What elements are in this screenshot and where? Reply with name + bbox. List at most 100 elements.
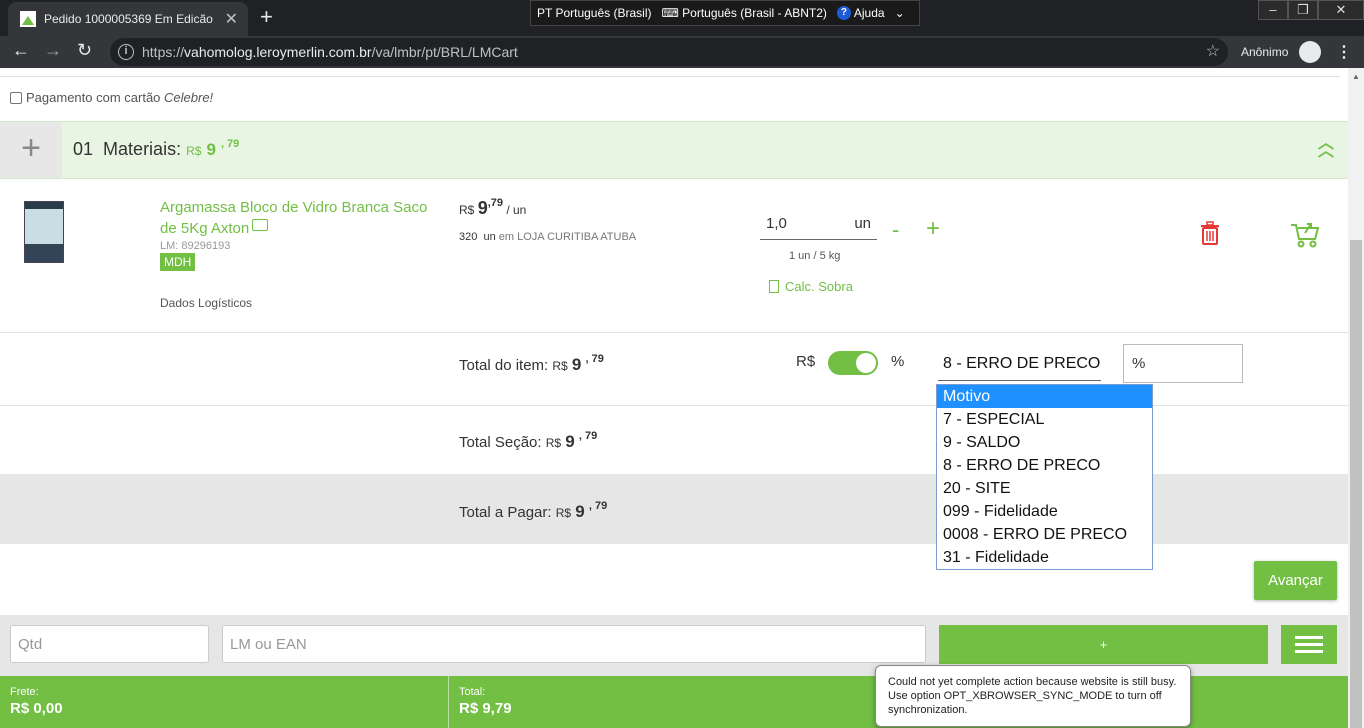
address-bar[interactable]: i https://vahomolog.leroymerlin.com.br/v… xyxy=(110,38,1228,66)
motivo-dropdown-list: Motivo 7 - ESPECIAL 9 - SALDO 8 - ERRO D… xyxy=(936,384,1153,570)
leroy-merlin-favicon-icon xyxy=(20,11,36,27)
unit-price-cents: ,79 xyxy=(487,197,503,209)
window-close-icon[interactable]: ✕ xyxy=(1318,0,1364,20)
motivo-option[interactable]: 0008 - ERRO DE PRECO xyxy=(937,523,1152,546)
url-host: vahomolog.leroymerlin.com.br xyxy=(184,44,372,60)
increase-quantity-button[interactable]: + xyxy=(926,215,940,243)
item-total-cents: , 79 xyxy=(585,353,604,365)
tab-close-icon[interactable]: ✕ xyxy=(225,9,238,29)
incognito-label: Anônimo xyxy=(1241,45,1289,59)
reload-icon[interactable]: ↻ xyxy=(77,40,92,61)
cart-transfer-icon[interactable] xyxy=(1289,219,1321,249)
langbar-options-icon[interactable]: ⌄ xyxy=(895,6,905,20)
bookmark-star-icon[interactable]: ☆ xyxy=(1206,41,1220,61)
quantity-value: 1,0 xyxy=(766,215,787,232)
trash-icon[interactable] xyxy=(1198,221,1222,245)
calc-sobra-link[interactable]: Calc. Sobra xyxy=(769,279,853,294)
minimize-icon[interactable]: – xyxy=(1258,0,1288,20)
motivo-option[interactable]: 8 - ERRO DE PRECO xyxy=(937,454,1152,477)
scrollbar-thumb[interactable] xyxy=(1350,240,1362,728)
site-info-icon[interactable]: i xyxy=(118,44,134,60)
language-bar: PT Português (Brasil) ⌨ Português (Brasi… xyxy=(530,0,920,26)
url-prefix: https:// xyxy=(142,44,185,60)
expand-section-button[interactable]: + xyxy=(0,122,62,178)
tab-title: Pedido 1000005369 Em Edicão xyxy=(44,12,213,26)
celebre-card-option[interactable]: Pagamento com cartão Celebre! xyxy=(10,90,213,105)
product-row: Argamassa Bloco de Vidro Branca Saco de … xyxy=(0,179,1348,333)
section-title: 01 Materiais: R$ 9 , 79 xyxy=(73,138,239,160)
pay-total-label: Total a Pagar: xyxy=(459,504,552,521)
section-total-cents: , 79 xyxy=(578,430,598,442)
total-value: R$ 9,79 xyxy=(459,700,512,717)
restore-icon[interactable]: ❐ xyxy=(1288,0,1318,20)
add-item-button[interactable]: + xyxy=(939,625,1268,664)
discount-percent-input[interactable]: % xyxy=(1123,344,1243,383)
product-image xyxy=(24,201,64,263)
product-name-link[interactable]: Argamassa Bloco de Vidro Branca Saco de … xyxy=(160,197,430,239)
help-button[interactable]: ? Ajuda xyxy=(836,6,885,20)
url-text: https://vahomolog.leroymerlin.com.br/va/… xyxy=(142,44,518,60)
collapse-chevron-icon[interactable]: ︿ ︿ xyxy=(1318,136,1334,160)
language-indicator[interactable]: PT Português (Brasil) xyxy=(537,6,652,20)
section-total-int: 9 xyxy=(565,432,575,451)
motivo-select[interactable]: 8 - ERRO DE PRECO xyxy=(938,349,1101,381)
motivo-option[interactable]: 7 - ESPECIAL xyxy=(937,408,1152,431)
mdh-badge: MDH xyxy=(160,253,196,271)
section-total-currency: R$ xyxy=(545,436,562,450)
product-name: Argamassa Bloco de Vidro Branca Saco de … xyxy=(160,199,428,237)
item-total-label: Total do item: xyxy=(459,357,549,374)
logistics-data-link[interactable]: Dados Logísticos xyxy=(160,296,252,310)
scroll-up-icon[interactable]: ▲ xyxy=(1352,72,1360,81)
celebre-label: Pagamento com cartão Celebre! xyxy=(26,90,213,105)
hamburger-line xyxy=(1295,636,1323,639)
comment-icon[interactable] xyxy=(252,219,269,231)
lm-ean-input[interactable]: LM ou EAN xyxy=(222,625,926,663)
stock-info: 320 un em LOJA CURITIBA ATUBA xyxy=(459,231,636,243)
item-total-currency: R$ xyxy=(552,359,568,373)
divider xyxy=(0,76,1340,77)
back-arrow-icon[interactable]: ← xyxy=(12,40,30,61)
browser-tab[interactable]: Pedido 1000005369 Em Edicão ✕ xyxy=(8,2,248,36)
decrease-quantity-button[interactable]: - xyxy=(892,217,899,243)
discount-pct-label: % xyxy=(891,353,905,370)
browser-menu-icon[interactable]: ⋮ xyxy=(1336,42,1352,62)
hamburger-line xyxy=(1295,643,1323,646)
keyboard-layout[interactable]: ⌨ Português (Brasil - ABNT2) xyxy=(662,6,827,20)
package-info: 1 un / 5 kg xyxy=(789,250,841,262)
product-lm: LM: 89296193 xyxy=(160,240,231,252)
advance-button[interactable]: Avançar xyxy=(1254,561,1337,600)
total-label: Total: xyxy=(459,686,486,698)
celebre-label-text: Pagamento com cartão xyxy=(26,90,165,105)
celebre-brand: Celebre! xyxy=(164,90,214,105)
discount-rs-label: R$ xyxy=(796,353,816,370)
pay-total-int: 9 xyxy=(575,502,585,521)
discount-type-toggle[interactable] xyxy=(828,351,878,375)
forward-arrow-icon[interactable]: → xyxy=(44,40,62,61)
pay-total-currency: R$ xyxy=(555,506,572,520)
unit-price-int: 9 xyxy=(477,198,488,218)
qtd-input[interactable]: Qtd xyxy=(10,625,209,663)
incognito-icon[interactable] xyxy=(1299,41,1321,63)
quantity-unit: un xyxy=(854,215,871,232)
celebre-checkbox[interactable] xyxy=(10,91,22,104)
browser-tabbar: Pedido 1000005369 Em Edicão ✕ + PT Portu… xyxy=(0,0,1364,36)
motivo-option[interactable]: 31 - Fidelidade xyxy=(937,546,1152,569)
unit-price-currency: R$ xyxy=(459,203,475,217)
section-title-label: Materiais: xyxy=(103,139,182,159)
hamburger-line xyxy=(1295,650,1323,653)
motivo-option[interactable]: 9 - SALDO xyxy=(937,431,1152,454)
item-total-int: 9 xyxy=(571,355,582,374)
quantity-input[interactable]: 1,0 un xyxy=(760,209,877,240)
new-tab-button[interactable]: + xyxy=(260,4,273,30)
freight-value: R$ 0,00 xyxy=(10,700,63,717)
unit-price-unit: / un xyxy=(506,203,527,217)
help-label: Ajuda xyxy=(853,6,885,20)
help-icon: ? xyxy=(836,6,851,20)
motivo-option[interactable]: Motivo xyxy=(937,385,1152,408)
hamburger-menu-icon[interactable] xyxy=(1281,625,1337,664)
sync-warning-tooltip: Could not yet complete action because we… xyxy=(875,665,1191,727)
page-scrollbar[interactable]: ▲ xyxy=(1348,68,1364,728)
motivo-option[interactable]: 20 - SITE xyxy=(937,477,1152,500)
motivo-option[interactable]: 099 - Fidelidade xyxy=(937,500,1152,523)
section-price: R$ 9 , 79 xyxy=(186,138,239,159)
